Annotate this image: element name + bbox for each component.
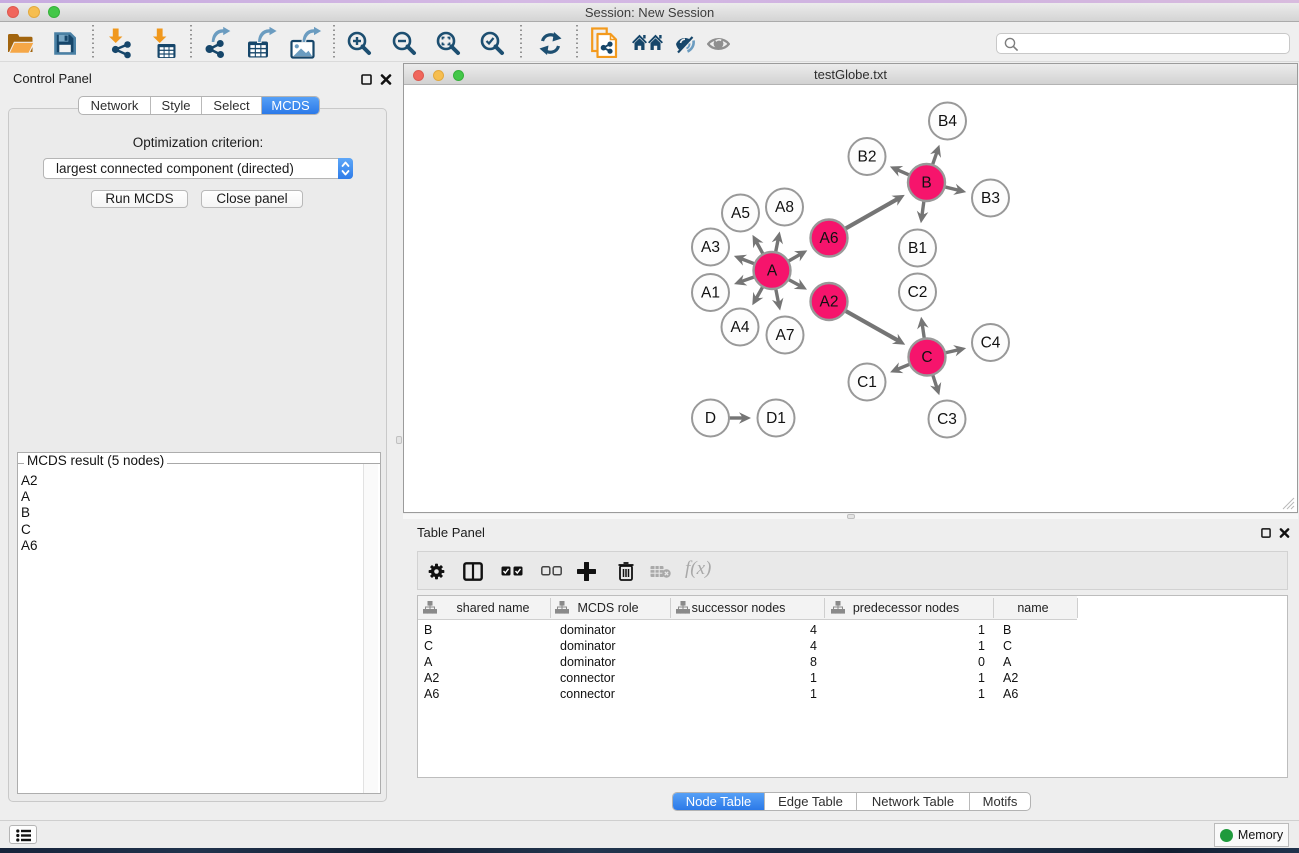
- svg-text:A3: A3: [701, 239, 720, 256]
- svg-text:A8: A8: [775, 199, 794, 216]
- svg-text:D1: D1: [766, 410, 786, 427]
- svg-text:D: D: [705, 410, 716, 427]
- svg-text:A4: A4: [731, 319, 750, 336]
- svg-text:C4: C4: [981, 334, 1001, 351]
- svg-text:C1: C1: [857, 374, 877, 391]
- svg-text:C2: C2: [908, 284, 928, 301]
- svg-text:B2: B2: [858, 148, 877, 165]
- svg-text:B1: B1: [908, 240, 927, 257]
- svg-text:B: B: [921, 174, 931, 191]
- svg-text:A1: A1: [701, 284, 720, 301]
- svg-text:A6: A6: [820, 230, 839, 247]
- svg-text:B4: B4: [938, 113, 957, 130]
- svg-text:B3: B3: [981, 190, 1000, 207]
- svg-text:C3: C3: [937, 411, 957, 428]
- svg-text:C: C: [921, 349, 932, 366]
- svg-text:A2: A2: [820, 293, 839, 310]
- svg-text:A5: A5: [731, 205, 750, 222]
- svg-text:A7: A7: [776, 327, 795, 344]
- svg-text:A: A: [767, 262, 778, 279]
